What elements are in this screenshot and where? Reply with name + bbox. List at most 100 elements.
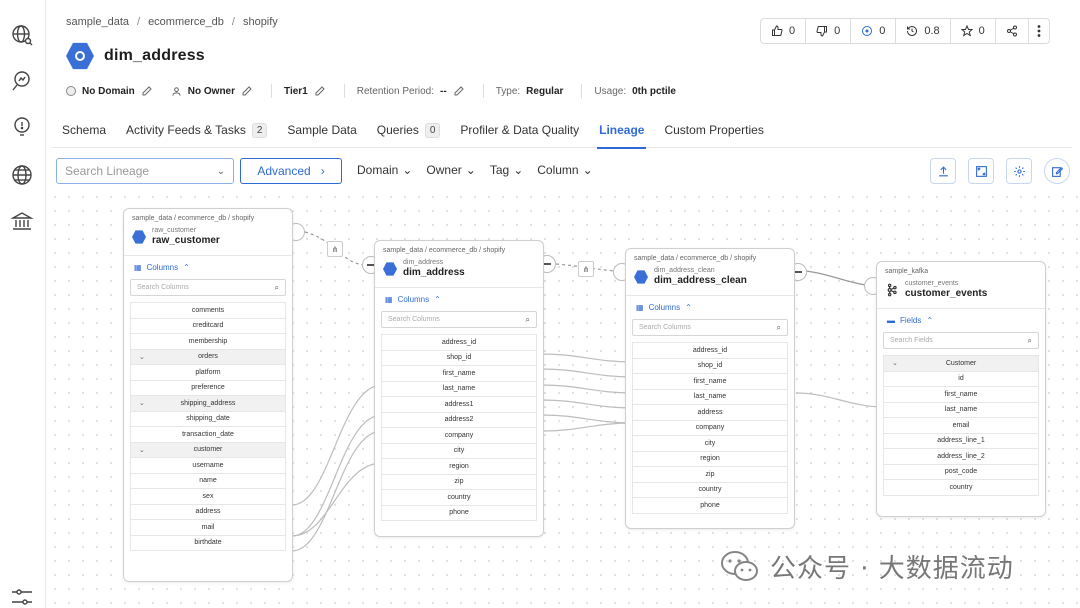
settings-sliders-icon[interactable] xyxy=(9,584,35,608)
column-row[interactable]: phone xyxy=(381,505,537,521)
field-row[interactable]: first_name xyxy=(883,387,1039,403)
search-lineage-input[interactable]: Search Lineage ⌄ xyxy=(56,158,234,184)
column-row[interactable]: address_id xyxy=(632,343,788,359)
column-row[interactable]: country xyxy=(381,490,537,506)
column-row[interactable]: company xyxy=(632,420,788,436)
columns-toggle[interactable]: ▦ Columns ⌃ xyxy=(124,256,292,279)
column-row[interactable]: preference xyxy=(130,380,286,396)
column-row[interactable]: shipping_date xyxy=(130,411,286,427)
column-row[interactable]: address_id xyxy=(381,335,537,351)
lineage-node-dim-address[interactable]: sample_data / ecommerce_db / shopify dim… xyxy=(374,240,544,537)
node-header: customer_events customer_events xyxy=(877,275,1045,309)
column-row[interactable]: shop_id xyxy=(632,358,788,374)
field-group-row[interactable]: ⌄ Customer xyxy=(883,356,1039,372)
field-row[interactable]: id xyxy=(883,371,1039,387)
column-group-row[interactable]: ⌄ orders xyxy=(130,349,286,365)
tab-activity-feeds[interactable]: Activity Feeds & Tasks 2 xyxy=(116,112,277,148)
field-row[interactable]: last_name xyxy=(883,402,1039,418)
follow-button[interactable]: 0 xyxy=(851,19,897,43)
filter-domain[interactable]: Domain ⌄ xyxy=(357,163,412,177)
column-row[interactable]: company xyxy=(381,428,537,444)
field-row[interactable]: address_line_1 xyxy=(883,433,1039,449)
tab-lineage[interactable]: Lineage xyxy=(589,112,654,149)
breadcrumb-item[interactable]: ecommerce_db xyxy=(148,16,224,28)
column-row[interactable]: birthdate xyxy=(130,535,286,551)
downvote-button[interactable]: 0 xyxy=(806,19,852,43)
column-row[interactable]: first_name xyxy=(632,374,788,390)
upvote-button[interactable]: 0 xyxy=(761,19,807,43)
column-row[interactable]: address1 xyxy=(381,397,537,413)
edit-lineage-button[interactable] xyxy=(1044,158,1070,184)
field-row[interactable]: country xyxy=(883,480,1039,496)
column-row[interactable]: phone xyxy=(632,498,788,514)
star-button[interactable]: 0 xyxy=(951,19,996,43)
field-row[interactable]: email xyxy=(883,418,1039,434)
column-row[interactable]: last_name xyxy=(381,381,537,397)
column-row[interactable]: city xyxy=(381,443,537,459)
column-row[interactable]: transaction_date xyxy=(130,427,286,443)
column-row[interactable]: platform xyxy=(130,365,286,381)
lineage-settings-button[interactable] xyxy=(1006,158,1032,184)
field-row[interactable]: address_line_2 xyxy=(883,449,1039,465)
column-row[interactable]: zip xyxy=(381,474,537,490)
column-row[interactable]: membership xyxy=(130,334,286,350)
lineage-node-dim-address-clean[interactable]: sample_data / ecommerce_db / shopify dim… xyxy=(625,248,795,529)
column-row[interactable]: address xyxy=(130,504,286,520)
column-row[interactable]: first_name xyxy=(381,366,537,382)
fullscreen-button[interactable] xyxy=(968,158,994,184)
insights-bulb-icon[interactable] xyxy=(9,114,35,140)
columns-toggle[interactable]: ▦ Columns ⌃ xyxy=(375,288,543,311)
column-row[interactable]: shop_id xyxy=(381,350,537,366)
export-button[interactable] xyxy=(930,158,956,184)
search-fields-input[interactable]: Search Fields ⌕ xyxy=(883,332,1039,349)
column-row[interactable]: sex xyxy=(130,489,286,505)
column-row[interactable]: last_name xyxy=(632,389,788,405)
column-group-row[interactable]: ⌄ customer xyxy=(130,442,286,458)
tab-schema[interactable]: Schema xyxy=(52,112,116,148)
data-insights-search-icon[interactable] xyxy=(9,68,35,94)
column-row[interactable]: country xyxy=(632,482,788,498)
lineage-node-customer-events[interactable]: sample_kafka customer_events customer_ev… xyxy=(876,261,1046,517)
filter-tag[interactable]: Tag ⌄ xyxy=(490,163,523,177)
filter-owner[interactable]: Owner ⌄ xyxy=(426,163,475,177)
tab-queries[interactable]: Queries 0 xyxy=(367,112,451,148)
version-button[interactable]: 0.8 xyxy=(896,19,951,43)
search-columns-input[interactable]: Search Columns ⌕ xyxy=(130,279,286,296)
field-row[interactable]: post_code xyxy=(883,464,1039,480)
pipeline-icon[interactable]: ⋔ xyxy=(327,241,343,257)
edit-domain-icon[interactable] xyxy=(141,85,153,97)
advanced-button[interactable]: Advanced › xyxy=(240,158,342,184)
column-row[interactable]: comments xyxy=(130,303,286,319)
breadcrumb-item[interactable]: shopify xyxy=(243,16,278,28)
edit-retention-icon[interactable] xyxy=(453,85,465,97)
column-row[interactable]: city xyxy=(632,436,788,452)
edit-tier-icon[interactable] xyxy=(314,85,326,97)
governance-bank-icon[interactable] xyxy=(9,208,35,234)
column-group-row[interactable]: ⌄ shipping_address xyxy=(130,396,286,412)
column-row[interactable]: address xyxy=(632,405,788,421)
column-row[interactable]: region xyxy=(632,451,788,467)
explore-globe-icon[interactable] xyxy=(9,22,35,48)
column-row[interactable]: username xyxy=(130,458,286,474)
columns-toggle[interactable]: ▦ Columns ⌃ xyxy=(626,296,794,319)
share-button[interactable] xyxy=(996,19,1029,43)
domains-globe-icon[interactable] xyxy=(9,162,35,188)
column-row[interactable]: zip xyxy=(632,467,788,483)
column-row[interactable]: address2 xyxy=(381,412,537,428)
tab-profiler[interactable]: Profiler & Data Quality xyxy=(450,112,589,148)
search-columns-input[interactable]: Search Columns ⌕ xyxy=(381,311,537,328)
filter-column[interactable]: Column ⌄ xyxy=(537,163,592,177)
breadcrumb-item[interactable]: sample_data xyxy=(66,16,129,28)
column-row[interactable]: mail xyxy=(130,520,286,536)
tab-sample-data[interactable]: Sample Data xyxy=(277,112,366,148)
column-row[interactable]: creditcard xyxy=(130,318,286,334)
pipeline-icon[interactable]: ⋔ xyxy=(578,261,594,277)
column-row[interactable]: region xyxy=(381,459,537,475)
lineage-node-raw-customer[interactable]: sample_data / ecommerce_db / shopify raw… xyxy=(123,208,293,582)
edit-owner-icon[interactable] xyxy=(241,85,253,97)
tab-custom-properties[interactable]: Custom Properties xyxy=(654,112,773,148)
fields-toggle[interactable]: ▬ Fields ⌃ xyxy=(877,309,1045,332)
more-options-button[interactable] xyxy=(1029,19,1049,43)
search-columns-input[interactable]: Search Columns ⌕ xyxy=(632,319,788,336)
column-row[interactable]: name xyxy=(130,473,286,489)
